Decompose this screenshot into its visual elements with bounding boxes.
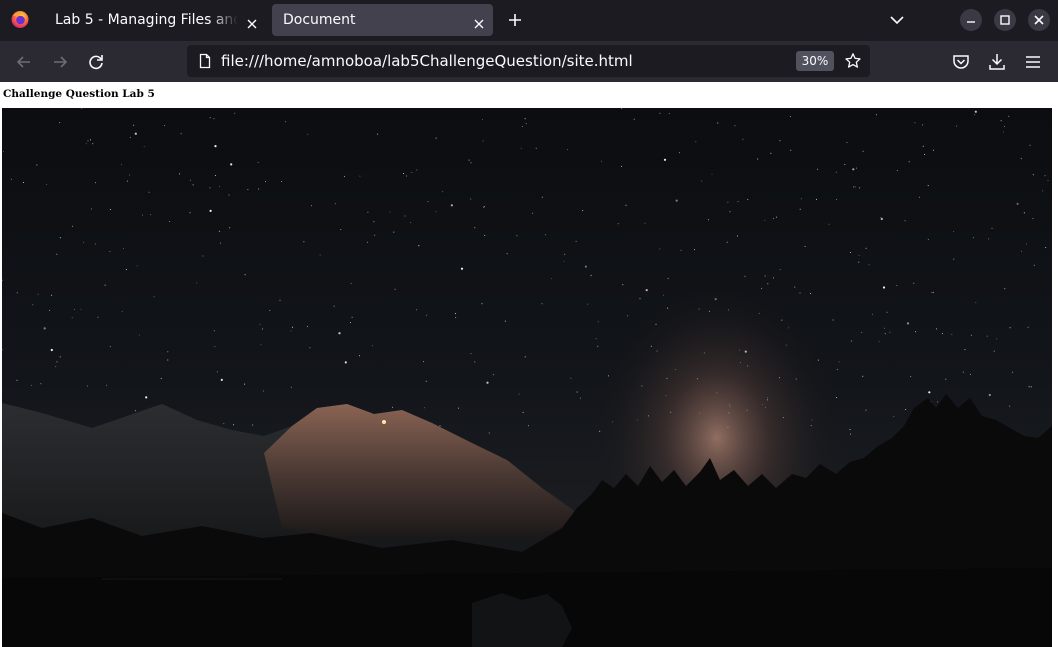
forward-arrow-icon[interactable]	[49, 51, 71, 73]
url-bar[interactable]: file:///home/amnoboa/lab5ChallengeQuesti…	[187, 45, 870, 77]
maximize-window-icon[interactable]	[994, 9, 1016, 31]
night-sky-mountain-image	[1, 108, 1052, 647]
page-document-icon	[197, 53, 213, 69]
close-window-icon[interactable]	[1028, 9, 1050, 31]
navigation-toolbar: file:///home/amnoboa/lab5ChallengeQuesti…	[0, 41, 1058, 82]
page-heading: Challenge Question Lab 5	[3, 88, 155, 100]
reload-icon[interactable]	[85, 51, 107, 73]
close-tab-icon[interactable]	[244, 12, 260, 29]
page-scrollbar[interactable]	[1052, 82, 1058, 647]
tab-title: Document	[283, 12, 356, 28]
tab-lab5[interactable]: Lab 5 - Managing Files and Directories	[44, 4, 266, 36]
list-all-tabs-chevron-icon[interactable]	[887, 10, 907, 30]
tab-strip: Lab 5 - Managing Files and Directories D…	[0, 0, 1058, 41]
firefox-logo-icon[interactable]	[10, 9, 30, 29]
close-tab-icon[interactable]	[471, 12, 487, 29]
pocket-icon[interactable]	[950, 51, 972, 73]
zoom-level-badge[interactable]: 30%	[796, 51, 834, 71]
downloads-icon[interactable]	[986, 51, 1008, 73]
hamburger-menu-icon[interactable]	[1022, 51, 1044, 73]
minimize-window-icon[interactable]	[960, 9, 982, 31]
back-arrow-icon[interactable]	[13, 51, 35, 73]
url-text[interactable]: file:///home/amnoboa/lab5ChallengeQuesti…	[221, 45, 633, 77]
page-content: Challenge Question Lab 5	[0, 82, 1058, 647]
bookmark-star-icon[interactable]	[844, 52, 862, 70]
tab-title: Lab 5 - Managing Files and Directories	[55, 12, 238, 28]
new-tab-plus-icon[interactable]	[505, 10, 525, 30]
tab-document[interactable]: Document	[272, 4, 493, 36]
